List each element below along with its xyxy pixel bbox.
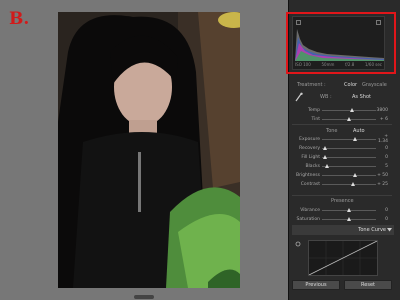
slider-value: 3800 bbox=[376, 107, 388, 113]
slider-thumb[interactable] bbox=[351, 181, 356, 186]
slider-thumb[interactable] bbox=[349, 107, 354, 112]
photo-stage: B. bbox=[0, 0, 288, 300]
slider-value: 0 bbox=[385, 216, 388, 222]
slider-value: + 6 bbox=[379, 116, 388, 122]
tone-curve-line bbox=[308, 240, 378, 276]
slider-thumb[interactable] bbox=[347, 207, 351, 212]
eyedropper-icon[interactable] bbox=[295, 92, 303, 102]
slider-label: Temp bbox=[308, 107, 320, 113]
slider-label: Contrast bbox=[300, 181, 320, 187]
tone-curve-graph[interactable] bbox=[308, 240, 378, 276]
histogram-highlight-box bbox=[286, 12, 396, 74]
presence-slider-row: Vibrance 0 bbox=[296, 207, 388, 213]
slider-value: + 50 bbox=[377, 172, 388, 178]
slider-track[interactable] bbox=[322, 172, 376, 177]
slider-thumb[interactable] bbox=[325, 163, 330, 168]
slider-thumb[interactable] bbox=[347, 216, 351, 221]
slider-value: + 25 bbox=[377, 181, 388, 187]
photo-preview[interactable] bbox=[58, 12, 240, 288]
treatment-grayscale-option[interactable]: Grayscale bbox=[362, 82, 387, 88]
treatment-color-option[interactable]: Color bbox=[344, 82, 357, 88]
filmstrip-handle[interactable] bbox=[134, 295, 154, 299]
tone-slider-row: Blacks 5 bbox=[296, 163, 388, 169]
reset-button[interactable]: Reset bbox=[344, 280, 392, 290]
slider-value: 0 bbox=[385, 154, 388, 160]
slider-thumb[interactable] bbox=[353, 136, 358, 141]
slider-track[interactable] bbox=[322, 154, 376, 159]
slider-track[interactable] bbox=[322, 163, 376, 168]
slider-track[interactable] bbox=[322, 207, 376, 212]
slider-label: Fill Light bbox=[301, 154, 320, 160]
target-adjustment-icon[interactable] bbox=[295, 241, 301, 247]
tone-slider-row: Brightness + 50 bbox=[296, 172, 388, 178]
slider-label: Tint bbox=[311, 116, 320, 122]
collapse-triangle-icon bbox=[387, 228, 392, 232]
slider-value: 0 bbox=[385, 207, 388, 213]
tone-section-label: Tone bbox=[326, 128, 338, 134]
wb-label: WB : bbox=[320, 94, 332, 100]
slider-value: + 1.34 bbox=[377, 134, 388, 144]
auto-tone-button[interactable]: Auto bbox=[353, 128, 365, 134]
slider-value: 0 bbox=[385, 145, 388, 151]
wb-slider-row: Temp 3800 bbox=[296, 107, 388, 113]
slider-label: Exposure bbox=[299, 136, 320, 142]
slider-track[interactable] bbox=[322, 116, 376, 121]
presence-section-label: Presence bbox=[331, 198, 354, 204]
slider-track[interactable] bbox=[322, 181, 376, 186]
tone-curve-title: Tone Curve bbox=[358, 227, 386, 233]
slider-value: 5 bbox=[385, 163, 388, 169]
tone-slider-row: Recovery 0 bbox=[296, 145, 388, 151]
presence-slider-row: Saturation 0 bbox=[296, 216, 388, 222]
slider-track[interactable] bbox=[322, 107, 376, 112]
previous-button[interactable]: Previous bbox=[292, 280, 340, 290]
treatment-label: Treatment : bbox=[297, 82, 326, 88]
slider-track[interactable] bbox=[322, 216, 376, 221]
slider-label: Saturation bbox=[296, 216, 320, 222]
slider-thumb[interactable] bbox=[347, 116, 351, 121]
tone-divider bbox=[292, 124, 392, 125]
slider-label: Recovery bbox=[299, 145, 320, 151]
figure-label: B. bbox=[9, 9, 30, 29]
tone-slider-row: Exposure + 1.34 bbox=[296, 134, 388, 144]
wb-preset-select[interactable]: As Shot bbox=[352, 94, 371, 100]
tone-curve-panel-header[interactable]: Tone Curve bbox=[292, 225, 394, 235]
slider-track[interactable] bbox=[322, 145, 376, 150]
wb-slider-row: Tint + 6 bbox=[296, 116, 388, 122]
tone-slider-row: Fill Light 0 bbox=[296, 154, 388, 160]
presence-divider bbox=[292, 195, 392, 196]
slider-thumb[interactable] bbox=[322, 154, 327, 159]
slider-thumb[interactable] bbox=[322, 145, 327, 150]
tone-slider-row: Contrast + 25 bbox=[296, 181, 388, 187]
slider-track[interactable] bbox=[322, 136, 376, 141]
slider-label: Blacks bbox=[305, 163, 320, 169]
slider-thumb[interactable] bbox=[353, 172, 358, 177]
portrait-image bbox=[58, 12, 240, 288]
slider-label: Vibrance bbox=[300, 207, 320, 213]
slider-label: Brightness bbox=[296, 172, 320, 178]
